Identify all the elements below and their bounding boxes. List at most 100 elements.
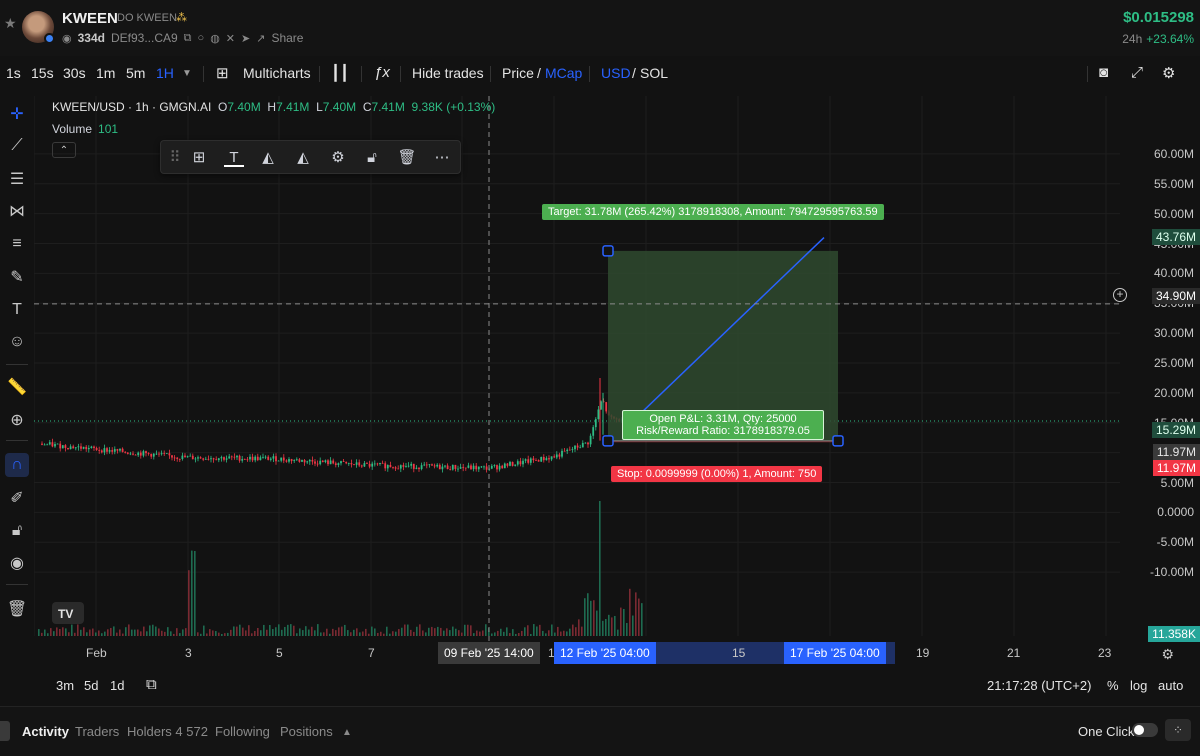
volume-bar [353,629,355,636]
mcap-toggle[interactable]: MCap [545,65,582,81]
candle-body [324,460,327,463]
range-1d[interactable]: 1d [110,678,124,693]
eye-icon[interactable]: ◉ [5,551,29,575]
fill-color-icon[interactable]: ◭ [258,149,278,167]
volume-bar [479,631,481,636]
volume-bar [212,630,214,636]
volume-bar [131,629,133,636]
crosshair-icon[interactable]: ✛ [5,102,29,126]
candle-type-icon[interactable]: ┃┃ [331,64,349,82]
lock-icon[interactable]: 🔓︎ [5,519,29,543]
sol-toggle[interactable]: SOL [640,65,668,81]
more-options-icon[interactable]: ⁘ [1165,719,1191,741]
volume-bar [602,620,604,636]
telegram-icon[interactable]: ➤ [241,32,250,45]
log-toggle[interactable]: log [1130,678,1147,693]
usd-toggle[interactable]: USD [601,65,631,81]
volume-bar [443,630,445,636]
token-address[interactable]: DEf93...CA9 [111,31,178,45]
auto-toggle[interactable]: auto [1158,678,1183,693]
templates-icon[interactable]: ⊞ [189,149,209,167]
clock[interactable]: 21:17:28 (UTC+2) [987,678,1091,693]
lock-drawing-icon[interactable]: ✐ [5,486,29,510]
copy-icon[interactable]: ⧉ [184,32,192,45]
range-5d[interactable]: 5d [84,678,98,693]
settings-icon[interactable]: ⚙ [1162,64,1175,82]
globe-icon: ◉ [62,32,72,45]
drag-handle-icon[interactable]: ⠿ [165,149,185,167]
camera-icon[interactable]: ◙ [1099,64,1108,81]
time-axis[interactable]: Feb 3 5 7 1 15 19 21 23 09 Feb '25 14:00… [34,642,1200,664]
price-toggle[interactable]: Price [502,65,534,81]
multicharts-button[interactable]: Multicharts [243,65,311,81]
candle-body [223,457,225,460]
chart-canvas[interactable]: TV [34,96,1200,642]
tab-activity[interactable]: Activity [22,724,69,739]
zoom-icon[interactable]: ⊕ [5,408,29,432]
fib-icon[interactable]: ≡ [5,232,29,256]
text-icon[interactable]: T [5,298,29,322]
tab-holders[interactable]: Holders 4 572 [127,724,208,739]
interval-dropdown-icon[interactable]: ▼ [182,68,192,79]
candle-body [111,450,114,452]
trend-line-icon[interactable]: ⟋ [5,134,29,158]
interval-1m[interactable]: 1m [96,65,115,81]
delete-icon[interactable]: 🗑︎ [397,149,417,167]
horizontal-lines-icon[interactable]: ☰ [5,167,29,191]
pnl-line: Open P&L: 3.31M, Qty: 25000 [649,413,797,425]
indicators-icon[interactable]: ƒx [374,64,390,81]
price-chart[interactable]: TV KWEEN/USD · 1h · GMGN.AI O7.40M H7.41… [34,96,1200,642]
collapse-icon[interactable]: ▲ [342,727,352,738]
pattern-icon[interactable]: ⋈ [5,199,29,223]
candle-body [350,463,353,465]
resize-handle[interactable] [0,721,10,741]
text-style-icon[interactable]: T [224,149,244,167]
line-color-icon[interactable]: ◭ [293,149,313,167]
lock-icon[interactable]: 🔓︎ [362,149,382,167]
interval-15s[interactable]: 15s [31,65,54,81]
candle-body [415,467,418,469]
tab-positions[interactable]: Positions [280,724,333,739]
volume-bar [224,633,226,636]
candle-body [522,460,524,465]
candle-body [301,460,303,462]
brush-icon[interactable]: ✎ [5,265,29,289]
axis-settings-icon[interactable]: ⚙ [1161,646,1174,663]
volume-bar [455,628,457,636]
more-icon[interactable]: ⋯ [432,149,452,167]
hide-trades-button[interactable]: Hide trades [412,65,484,81]
share-icon[interactable]: ↗ [256,32,265,45]
tab-traders[interactable]: Traders [75,724,119,739]
candle-body [542,456,545,461]
candle-body [82,446,85,449]
settings-icon[interactable]: ⚙ [328,149,348,167]
x-icon[interactable]: ✕ [226,32,235,45]
volume-bar [185,628,187,636]
percent-toggle[interactable]: % [1107,678,1119,693]
range-3m[interactable]: 3m [56,678,74,693]
emoji-icon[interactable]: ☺ [5,330,29,354]
trash-icon[interactable]: 🗑︎ [5,597,29,621]
ruler-icon[interactable]: 📏 [5,375,29,399]
search-icon[interactable]: ○ [198,32,205,44]
range-bar: 3m 5d 1d ⧉ 21:17:28 (UTC+2) % log auto [0,672,1200,700]
share-label[interactable]: Share [271,31,303,45]
magnet-icon[interactable]: ∩ [5,453,29,477]
goto-date-icon[interactable]: ⧉ [146,676,157,693]
candle-body [506,463,509,466]
candle-body [345,461,348,464]
add-alert-icon[interactable]: + [1113,288,1127,302]
interval-1h[interactable]: 1H [156,65,174,81]
interval-30s[interactable]: 30s [63,65,86,81]
fullscreen-icon[interactable]: ⤢ [1131,64,1143,81]
link-icon[interactable]: ◍ [210,32,220,45]
star-icon[interactable]: ★ [4,15,17,32]
collapse-legend-button[interactable]: ⌃ [52,142,76,158]
tab-following[interactable]: Following [215,724,270,739]
volume-bar [305,626,307,636]
one-click-toggle[interactable] [1132,723,1158,737]
interval-1s[interactable]: 1s [6,65,21,81]
volume-bar [380,631,382,636]
interval-5m[interactable]: 5m [126,65,145,81]
multicharts-icon[interactable]: ⊞ [216,64,229,82]
